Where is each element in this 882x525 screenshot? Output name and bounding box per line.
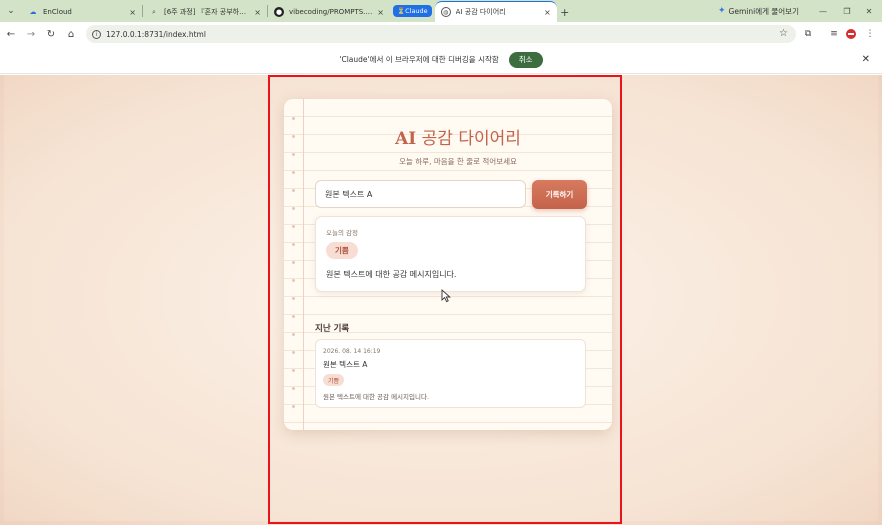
url-text[interactable]: 127.0.0.1:8731/index.html (106, 30, 206, 39)
diary-input[interactable]: 원본 텍스트 A (315, 180, 526, 208)
encloud-icon: ☁ (29, 8, 37, 16)
extensions-puzzle-icon[interactable]: ⧉ (800, 25, 816, 43)
tab-title: vibecoding/PROMPTS.md at m (289, 8, 374, 16)
close-icon[interactable]: × (129, 8, 136, 17)
browser-toolbar: ← → ↻ ⌂ i 127.0.0.1:8731/index.html ☆ ⧉ … (0, 22, 882, 46)
title-ai: AI (395, 129, 417, 149)
notebook-hole (292, 135, 295, 138)
tab-strip: ⌄ ☁ EnCloud × ⌕ [6주 과정] 『혼자 공부하는 바이 × ● … (0, 0, 882, 22)
notebook-hole (292, 117, 295, 120)
emotion-badge: 기쁨 (326, 242, 358, 259)
history-date: 2026. 08. 14 16:19 (323, 348, 381, 355)
history-message: 원본 텍스트에 대한 공감 메시지입니다. (323, 393, 430, 401)
new-tab-button[interactable]: + (557, 2, 573, 22)
tab-group-label: Claude (405, 7, 428, 15)
gemini-sparkle-icon: ✦ (718, 6, 726, 16)
notebook-hole (292, 297, 295, 300)
tab-title: EnCloud (43, 8, 72, 16)
back-arrow-icon[interactable]: ← (2, 25, 20, 43)
window-close-icon[interactable]: ✕ (858, 3, 880, 19)
notebook-hole (292, 261, 295, 264)
notebook-hole (292, 351, 295, 354)
home-icon[interactable]: ⌂ (62, 25, 80, 43)
infobar-cancel-button[interactable]: 취소 (508, 51, 543, 68)
github-icon: ● (274, 7, 284, 17)
tab-ai-diary[interactable]: ◍ AI 공감 다이어리 × (434, 1, 557, 22)
history-text: 원본 텍스트 A (323, 360, 368, 369)
more-menu-icon[interactable]: ⋮ (862, 25, 878, 43)
diary-card: AI 공감 다이어리 오늘 하루, 마음을 한 줄로 적어보세요 원본 텍스트 … (284, 99, 612, 430)
notebook-hole (292, 171, 295, 174)
address-bar[interactable]: i 127.0.0.1:8731/index.html ☆ (86, 25, 796, 43)
tab-title: AI 공감 다이어리 (455, 8, 506, 16)
notebook-hole (292, 243, 295, 246)
debug-infobar: 'Claude'에서 이 브라우저에 대한 디버깅을 시작함 취소 ✕ (0, 46, 882, 74)
close-icon[interactable]: × (544, 8, 551, 17)
today-emotion-label: 오늘의 감정 (326, 229, 358, 237)
infobar-message: 'Claude'에서 이 브라우저에 대한 디버깅을 시작함 (339, 55, 499, 64)
tab-group-claude[interactable]: ⏳ Claude (393, 5, 432, 17)
notebook-hole (292, 333, 295, 336)
notebook-hole (292, 315, 295, 318)
restore-icon[interactable]: ❐ (836, 3, 858, 19)
history-emotion-badge: 기쁨 (323, 374, 345, 386)
globe-icon: ◍ (440, 7, 451, 17)
profile-stop-icon[interactable] (843, 25, 859, 43)
search-icon: ⌕ (152, 7, 156, 16)
bookmark-star-icon[interactable]: ☆ (779, 28, 788, 39)
forward-arrow-icon[interactable]: → (22, 25, 40, 43)
mouse-cursor-icon (441, 289, 451, 303)
page-title: AI 공감 다이어리 (304, 124, 612, 149)
site-info-icon[interactable]: i (92, 29, 101, 39)
tab-github[interactable]: ● vibecoding/PROMPTS.md at m × (268, 2, 390, 22)
tab-search-chevron-icon[interactable]: ⌄ (0, 0, 22, 22)
tab-course[interactable]: ⌕ [6주 과정] 『혼자 공부하는 바이 × (143, 2, 267, 22)
notebook-hole (292, 279, 295, 282)
notebook-hole (292, 153, 295, 156)
notebook-hole (292, 405, 295, 408)
reload-icon[interactable]: ↻ (42, 25, 60, 43)
tab-title: [6주 과정] 『혼자 공부하는 바이 (164, 8, 250, 16)
submit-button[interactable]: 기록하기 (532, 180, 587, 209)
page-subtitle: 오늘 하루, 마음을 한 줄로 적어보세요 (399, 157, 517, 166)
tab-encloud[interactable]: ☁ EnCloud × (22, 2, 142, 22)
history-item: 2026. 08. 14 16:19 원본 텍스트 A 기쁨 원본 텍스트에 대… (315, 339, 586, 408)
notebook-hole (292, 207, 295, 210)
tab-search-icon[interactable]: ≡ (826, 25, 842, 43)
title-rest: 공감 다이어리 (416, 129, 521, 149)
notebook-hole (292, 387, 295, 390)
gemini-button[interactable]: ✦ Gemini에게 물어보기 (718, 4, 799, 18)
infobar-close-icon[interactable]: ✕ (862, 54, 870, 65)
history-title: 지난 기록 (315, 324, 350, 334)
close-icon[interactable]: × (377, 8, 384, 17)
close-icon[interactable]: × (254, 8, 261, 17)
empathy-message: 원본 텍스트에 대한 공감 메시지입니다. (326, 270, 457, 279)
gemini-label: Gemini에게 물어보기 (728, 6, 799, 16)
today-emotion-card: 오늘의 감정 기쁨 원본 텍스트에 대한 공감 메시지입니다. (315, 216, 586, 292)
notebook-hole (292, 189, 295, 192)
minimize-icon[interactable]: — (812, 3, 834, 19)
notebook-hole (292, 225, 295, 228)
notebook-hole (292, 369, 295, 372)
